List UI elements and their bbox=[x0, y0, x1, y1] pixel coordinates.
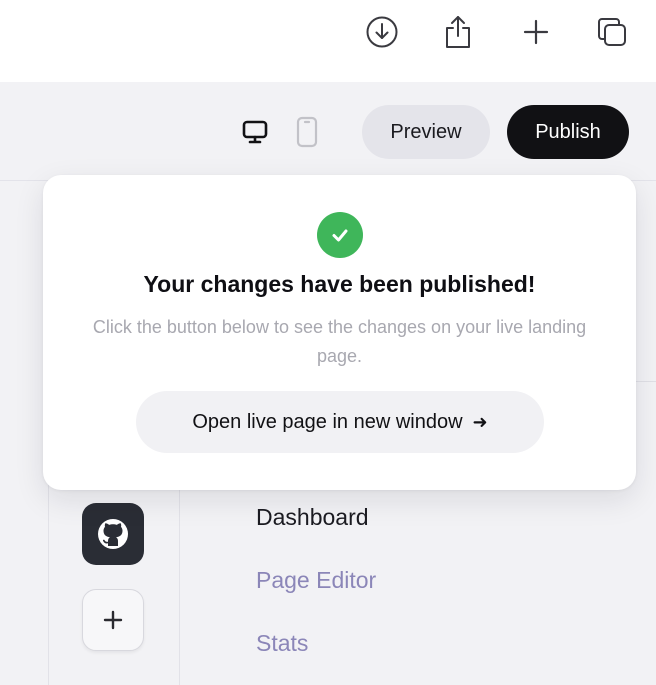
open-live-page-button[interactable]: Open live page in new window ➜ bbox=[136, 391, 544, 453]
publish-button[interactable]: Publish bbox=[507, 105, 629, 159]
add-button[interactable] bbox=[82, 589, 144, 651]
preview-button[interactable]: Preview bbox=[362, 105, 490, 159]
share-icon[interactable] bbox=[439, 13, 477, 51]
download-icon[interactable] bbox=[363, 13, 401, 51]
nav-item-stats[interactable]: Stats bbox=[256, 630, 308, 657]
success-check-icon bbox=[317, 212, 363, 258]
popover-description: Click the button below to see the change… bbox=[92, 317, 587, 366]
open-live-page-label: Open live page in new window bbox=[192, 410, 463, 433]
nav-item-page-editor[interactable]: Page Editor bbox=[256, 567, 376, 594]
popover-title: Your changes have been published! bbox=[143, 271, 536, 297]
nav-item-dashboard[interactable]: Dashboard bbox=[256, 504, 369, 531]
github-icon bbox=[98, 519, 128, 549]
arrow-right-icon: ➜ bbox=[472, 411, 488, 432]
published-popover: Your changes have been published! Click … bbox=[43, 175, 636, 490]
github-button[interactable] bbox=[82, 503, 144, 565]
add-icon bbox=[103, 610, 123, 630]
browser-toolbar bbox=[0, 0, 656, 82]
new-tab-plus-icon[interactable] bbox=[517, 13, 555, 51]
mobile-view-icon[interactable] bbox=[292, 116, 322, 148]
tabs-overview-icon[interactable] bbox=[593, 13, 631, 51]
desktop-view-icon[interactable] bbox=[240, 116, 270, 148]
editor-toolbar: Preview Publish bbox=[0, 82, 656, 181]
